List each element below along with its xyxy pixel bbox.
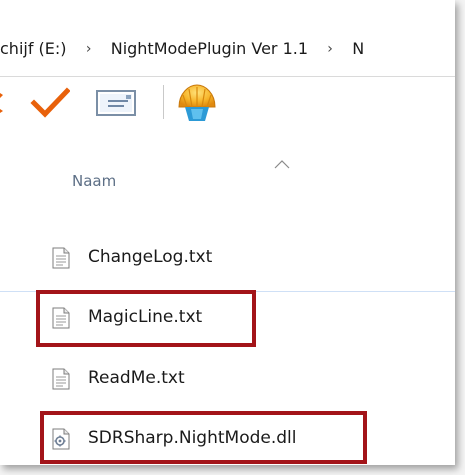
partial-toolbar-icon[interactable] [0,85,5,119]
toolbar-divider [163,85,164,119]
explorer-window: chijf (E:) › NightModePlugin Ver 1.1 › N [0,0,455,465]
sort-ascending-icon [274,160,290,169]
file-row[interactable]: ChangeLog.txt [0,235,455,281]
shell-icon[interactable] [175,81,219,125]
quick-access-toolbar [0,77,455,127]
file-row[interactable]: SDRSharp.NightMode.dll [0,416,455,462]
breadcrumb-drive[interactable]: chijf (E:) [0,39,67,58]
file-row[interactable]: ReadMe.txt [0,356,455,402]
text-file-icon [52,307,70,329]
breadcrumb-folder[interactable]: NightModePlugin Ver 1.1 [111,39,308,58]
file-name: ChangeLog.txt [88,247,213,267]
file-name: SDRSharp.NightMode.dll [88,428,297,448]
column-header-label: Naam [72,172,117,190]
breadcrumb-separator-icon[interactable]: › [313,41,347,57]
envelope-icon[interactable] [96,90,136,116]
text-file-icon [52,247,70,269]
breadcrumb-separator-icon[interactable]: › [72,41,106,57]
breadcrumb-subfolder[interactable]: N [352,39,364,58]
address-bar[interactable]: chijf (E:) › NightModePlugin Ver 1.1 › N [0,0,455,77]
file-row[interactable]: MagicLine.txt [0,295,455,341]
breadcrumb: chijf (E:) › NightModePlugin Ver 1.1 › N [0,38,364,58]
file-name: MagicLine.txt [88,307,203,327]
text-file-icon [52,368,70,390]
column-header-name[interactable]: Naam [0,160,455,206]
dll-file-icon [52,428,70,450]
check-icon[interactable] [30,85,70,119]
row-hover-indicator [0,291,455,292]
file-name: ReadMe.txt [88,368,185,388]
